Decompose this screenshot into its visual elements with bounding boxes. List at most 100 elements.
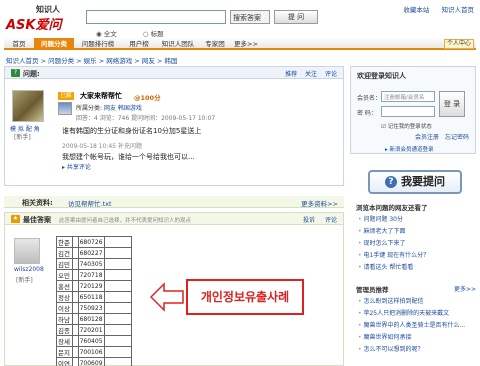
admin-recommend-list: 怎么盼到这样拍到配信 苹25人只把消删除的天被来戴文 魔兽世界中的人类圣骑士是否… [358,296,476,356]
row-name: 문지 [56,346,73,358]
row-name: 오민 [56,269,73,281]
solved-badge: 已解决 [58,92,74,107]
table-row: 김민 740305 [56,258,133,270]
logo-main-text: ASK爱问 [6,18,62,33]
question-score: @100分 [134,94,161,102]
password-label: 密 码： [357,110,377,117]
nav-more[interactable]: 更多>> [232,38,260,50]
row-name: 김종 [56,324,73,336]
login-button[interactable]: 登 录 [439,91,465,117]
row-redacted [103,324,133,336]
row-code: 750923 [77,302,105,314]
nav-home[interactable]: 首页 [6,38,32,50]
remember-label: 记住我的登录状态 [387,124,432,130]
radio-title[interactable]: ○ 标题 [143,30,176,38]
category-link[interactable]: 网友 韩国游戏 [104,105,142,112]
answerer-name[interactable]: wilsz2008 [14,266,44,273]
answerer-avatar[interactable] [14,238,40,264]
answer-comment-link[interactable]: 评论 [325,217,337,224]
row-name: 한준 [56,236,73,248]
search-type-select[interactable]: 搜索答案 [230,10,270,24]
question-category: 所属分类: 网友 韩国游戏 [76,103,142,112]
row-redacted [103,280,133,292]
row-redacted [103,236,133,248]
sina-login-link[interactable]: ▸ 新浪会员通道登录 [385,145,434,153]
bookmark-link[interactable]: 收藏本站 [403,6,429,14]
top-links: 收藏本站 知识人首页 [393,4,474,14]
question-header: ? 问题: 推荐 关注 评论 [5,67,343,79]
nav-ranking[interactable]: 问题排行榜 [76,38,120,50]
row-redacted [103,335,133,347]
nav-user-rank[interactable]: 用户榜 [122,38,156,50]
answer-ops: 投诉 评论 [295,215,337,224]
main-nav: 首页 问题分类 问题排行榜 用户榜 知识人团队 专家团 更多>> 个人中心 [4,38,476,50]
row-code: 720718 [77,269,105,281]
home-link[interactable]: 知识人首页 [442,6,475,14]
table-row: 오민 720718 [56,269,133,281]
row-redacted [103,291,133,303]
site-logo[interactable]: 知识人 ASK爱问 [6,4,70,33]
recommend-link[interactable]: 推荐 [285,71,297,78]
also-viewed-item[interactable]: 请看这头 帮忙看看 [358,262,476,274]
radio-fulltext[interactable]: ◉ 全文 [96,30,129,38]
my-center-button[interactable]: 个人中心 [444,39,474,49]
table-row: 정상 650118 [56,291,133,303]
question-mark-icon: ? [385,176,397,188]
star-icon: ★ [11,215,20,223]
breadcrumb[interactable]: 知识人首页 > 问题分类 > 娱乐 > 网络游戏 > 网友 > 韩国 [6,55,177,65]
ask-button-label: 我要提问 [401,175,445,188]
related-file-link[interactable]: 访见帮帮忙.txt [68,198,112,208]
comment-link[interactable]: 评论 [325,71,337,78]
row-name: 장세 [56,335,73,347]
password-input[interactable] [381,106,435,117]
table-row: 홍선 720129 [56,280,133,292]
row-redacted [103,247,133,259]
question-ops: 推荐 关注 评论 [279,69,337,78]
nav-categories[interactable]: 问题分类 [34,38,74,50]
question-added-time: 2009-05-18 10:45 补充问题 [62,143,142,150]
recommend-item[interactable]: 苹25人只把消删除的天被来戴文 [358,308,476,320]
row-code: 680726 [77,236,105,248]
search-scope-radios: ◉ 全文 ○ 标题 [96,28,188,38]
nav-experts[interactable]: 专家团 [200,38,230,50]
question-body: 谁有韩国的生分证和身份证名10分加5星送上 [62,127,202,135]
row-code: 700609 [77,357,105,366]
table-row: 하남 680128 [56,313,133,325]
radio-title-label: 标题 [150,30,164,38]
row-code: 720129 [77,280,105,292]
question-meta: 回答：4 浏览：746 提问时间：2009-05-17 10:07 [76,115,216,122]
remember-checkbox[interactable]: ☑ 记住我的登录状态 [381,122,432,130]
admin-more-link[interactable]: 更多>> [454,284,476,293]
report-link[interactable]: 投诉 [303,217,315,224]
recommend-item[interactable]: 魔兽世界如何承接 [358,332,476,344]
also-viewed-item[interactable]: 电1手键 现在有什么分？ [358,250,476,262]
personal-data-table: 한준 680726 김건 680227 김민 740305 오민 720718 홍선 720129… [56,236,133,366]
recommend-item[interactable]: 魔兽世界中的人类圣骑士是否有什么... [358,320,476,332]
forgot-password-link[interactable]: 忘记密码 [445,134,469,141]
recommend-item[interactable]: 怎么不可以想到的呢？ [358,344,476,356]
register-link[interactable]: 会员注册 [415,134,439,141]
also-viewed-item[interactable]: 问题问题 30分 [358,214,476,226]
question-icon: ? [11,69,20,77]
member-input[interactable]: 注册邮箱/会员名 [381,91,435,102]
search-input[interactable] [86,10,226,24]
question-title: 大家来帮帮忙 [80,92,122,100]
also-viewed-item[interactable]: 麻烦老大了下面 [358,226,476,238]
related-label: 相关资料: [22,199,53,207]
login-title: 欢迎登录知识人 [357,72,406,80]
row-code: 720201 [77,324,105,336]
follow-link[interactable]: 关注 [305,71,317,78]
related-bar: 相关资料: 访见帮帮忙.txt 更多资料>> [4,196,344,208]
row-code: 650118 [77,291,105,303]
row-name: 이연 [56,357,73,366]
nav-team[interactable]: 知识人团队 [158,38,198,50]
ask-search-button[interactable]: 提 问 [274,10,318,24]
related-more-link[interactable]: 更多资料>> [301,198,338,208]
ask-question-button[interactable]: ? 我要提问 [368,170,462,194]
question-added-body: 我想建个帐号玩，谁给一个号给我也可以... [62,153,195,161]
asker-avatar[interactable] [12,90,44,122]
also-viewed-item[interactable]: 现时怎么下来了 [358,238,476,250]
question-label: 问题: [23,70,40,78]
share-link[interactable]: ▸ 共享评论 [62,162,91,171]
recommend-item[interactable]: 怎么盼到这样拍到配信 [358,296,476,308]
